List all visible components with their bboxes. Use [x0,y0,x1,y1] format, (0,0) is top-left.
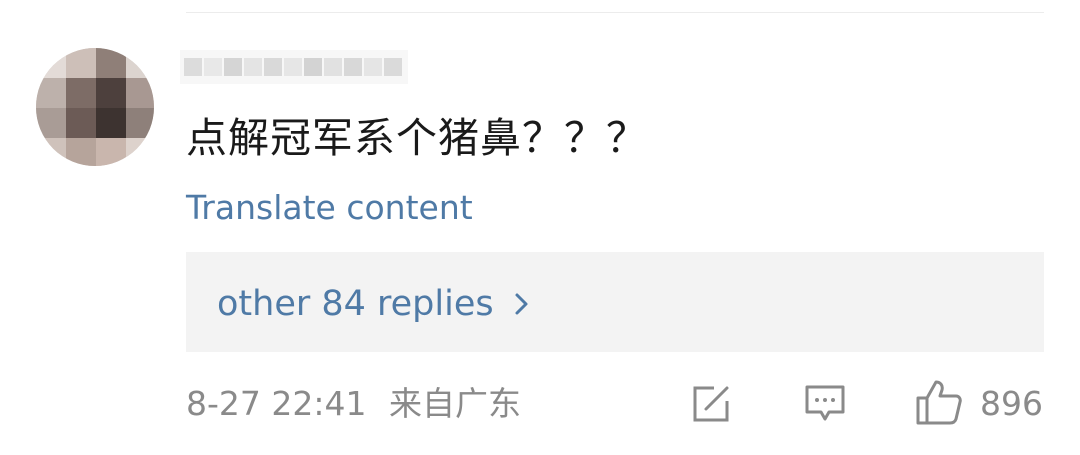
like-count: 896 [980,384,1043,423]
timestamp: 8-27 22:41 [186,384,367,423]
comment-icon [805,385,845,421]
replies-label: other 84 replies [217,284,494,324]
comment-text: 点解冠军系个猪鼻？？？ [186,114,648,162]
translate-content-link[interactable]: Translate content [186,186,473,230]
top-divider [186,12,1044,13]
comment-meta: 8-27 22:41 来自广东 [186,382,521,426]
username-redacted[interactable] [180,50,408,84]
thumbs-up-icon [916,380,962,425]
location-label: 来自广东 [389,384,521,423]
chevron-right-icon [515,293,528,315]
share-button[interactable] [690,383,732,425]
like-button[interactable] [914,378,964,426]
view-replies-button[interactable]: other 84 replies [186,252,1044,352]
avatar[interactable] [36,48,154,166]
comment-button[interactable] [803,382,847,424]
share-icon [693,386,729,422]
comment-card: 点解冠军系个猪鼻？？？ Translate content other 84 r… [0,0,1080,455]
